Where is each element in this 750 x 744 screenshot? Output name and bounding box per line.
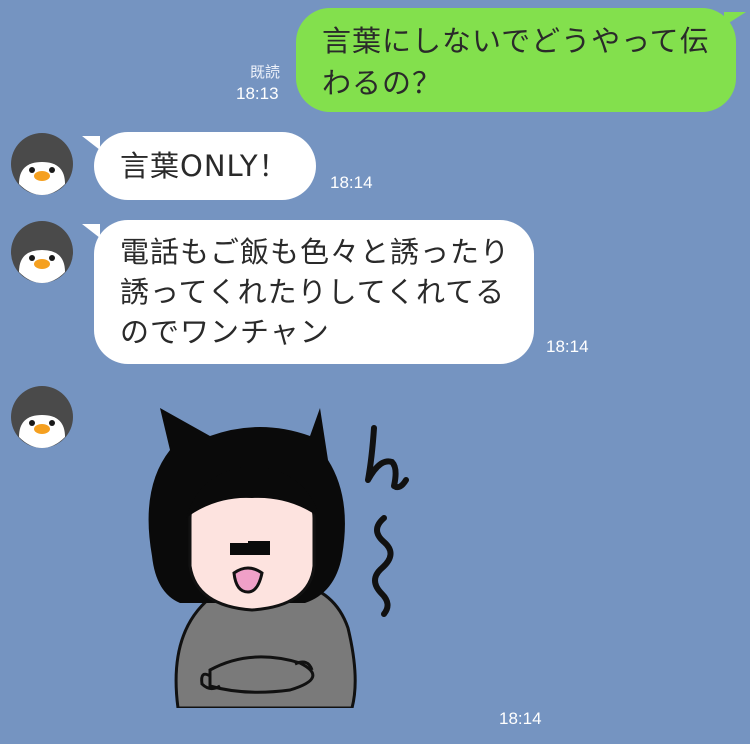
penguin-avatar-icon[interactable] bbox=[10, 220, 74, 284]
message-timestamp: 18:14 bbox=[330, 173, 373, 192]
message-line: 電話もご飯も色々と誘ったり bbox=[120, 235, 511, 269]
message-timestamp: 18:13 bbox=[236, 84, 279, 103]
message-line: 言葉ONLY！ bbox=[120, 149, 289, 183]
message-timestamp: 18:14 bbox=[546, 337, 589, 356]
message-timestamp: 18:14 bbox=[499, 709, 542, 728]
message-line: 言葉にしないでどうやって伝 bbox=[322, 24, 710, 58]
message-line: のでワンチャン bbox=[120, 315, 330, 349]
sticker-squiggle-text: ん〜 bbox=[365, 425, 409, 617]
incoming-message-bubble[interactable]: 言葉ONLY！ bbox=[94, 132, 316, 200]
read-receipt: 既読 bbox=[250, 64, 281, 81]
message-line: 誘ってくれたりしてくれてる bbox=[120, 275, 506, 309]
message-line: わるの？ bbox=[322, 66, 443, 100]
incoming-bubble-tail bbox=[82, 136, 100, 150]
outgoing-message-bubble[interactable]: 言葉にしないでどうやって伝 わるの？ bbox=[296, 8, 736, 112]
penguin-avatar-icon[interactable] bbox=[10, 385, 74, 449]
incoming-message-bubble[interactable]: 電話もご飯も色々と誘ったり 誘ってくれたりしてくれてる のでワンチャン bbox=[94, 220, 534, 364]
incoming-bubble-tail bbox=[82, 224, 100, 238]
penguin-avatar-icon[interactable] bbox=[10, 132, 74, 196]
chat-screen: { "messages": [ {"side":"outgoing","line… bbox=[0, 0, 750, 744]
